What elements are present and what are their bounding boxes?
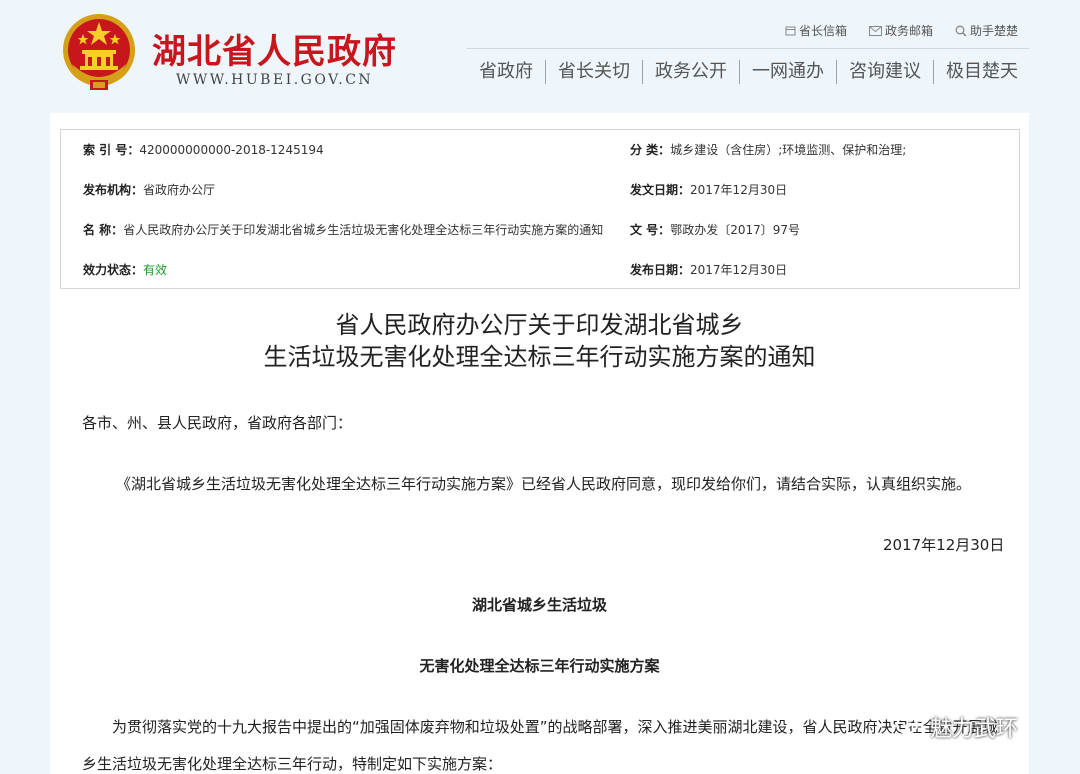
wechat-icon [896,716,926,738]
meta-publisher-label: 发布机构： [83,183,144,197]
plan-paragraph-line-2: 乡生活垃圾无害化处理全达标三年行动，特制定如下实施方案： [82,755,503,773]
notice-paragraph: 《湖北省城乡生活垃圾无害化处理全达标三年行动实施方案》已经省人民政府同意，现印发… [116,475,972,493]
meta-category-value: 城乡建设（含住房）;环境监测、保护和治理; [670,143,907,157]
governor-mailbox-label: 省长信箱 [798,24,847,38]
document-title-line-1: 省人民政府办公厅关于印发湖北省城乡 [335,311,744,339]
meta-publisher: 发布机构：省政府办公厅 [83,181,215,199]
national-emblem-icon[interactable] [60,12,138,94]
meta-doc-number-value: 鄂政办发〔2017〕97号 [670,223,800,237]
meta-issue-date: 发文日期：2017年12月30日 [630,181,787,199]
meta-publish-date-value: 2017年12月30日 [690,263,788,277]
assistant-link[interactable]: 助手楚楚 [955,22,1018,39]
meta-index-number: 索 引 号：420000000000-2018-1245194 [83,141,324,159]
watermark-text: 魅力武环 [930,717,1019,742]
governor-mailbox-link[interactable]: 省长信箱 [785,22,847,39]
nav-item-one-stop-service[interactable]: 一网通办 [740,58,836,86]
document-metadata: 索 引 号：420000000000-2018-1245194 分 类：城乡建设… [60,129,1020,289]
site-url[interactable]: WWW.HUBEI.GOV.CN [176,72,373,88]
meta-publisher-value: 省政府办公厅 [143,183,216,197]
meta-issue-date-label: 发文日期： [630,183,691,197]
header-divider [466,48,1029,49]
meta-name: 名 称：省人民政府办公厅关于印发湖北省城乡生活垃圾无害化处理全达标三年行动实施方… [83,221,603,239]
site-header: 湖北省人民政府 WWW.HUBEI.GOV.CN 省长信箱 政务邮箱 助手楚楚 [0,0,1080,112]
gov-email-link[interactable]: 政务邮箱 [868,22,933,39]
site-title[interactable]: 湖北省人民政府 [152,24,397,73]
document-title-line-2: 生活垃圾无害化处理全达标三年行动实施方案的通知 [263,343,816,371]
meta-name-label: 名 称： [83,223,124,237]
meta-status: 效力状态：有效 [83,261,167,279]
plan-paragraph-line-1: 为贯彻落实党的十九大报告中提出的“加强固体废弃物和垃圾处置”的战略部署，深入推进… [112,718,998,736]
envelope-icon [868,25,882,36]
nav-item-governor-concerns[interactable]: 省长关切 [546,58,642,86]
content-panel: 索 引 号：420000000000-2018-1245194 分 类：城乡建设… [50,113,1029,774]
meta-publish-date: 发布日期：2017年12月30日 [630,261,787,279]
gov-email-label: 政务邮箱 [884,24,933,38]
meta-publish-date-label: 发布日期： [630,263,691,277]
wechat-watermark: 魅力武环 [896,711,1018,743]
mail-icon [785,26,796,36]
plan-title-line-2: 无害化处理全达标三年行动实施方案 [419,657,660,675]
nav-item-provincial-gov[interactable]: 省政府 [467,58,545,86]
assistant-label: 助手楚楚 [969,24,1018,38]
nav-item-consult-suggest[interactable]: 咨询建议 [837,58,933,86]
utility-links: 省长信箱 政务邮箱 助手楚楚 [785,22,1018,39]
meta-name-value: 省人民政府办公厅关于印发湖北省城乡生活垃圾无害化处理全达标三年行动实施方案的通知 [123,223,604,237]
meta-status-label: 效力状态： [83,263,144,277]
main-nav: 省政府 省长关切 政务公开 一网通办 咨询建议 极目楚天 [467,58,1018,86]
search-icon [955,25,967,37]
meta-status-value: 有效 [143,263,168,277]
notice-date: 2017年12月30日 [883,536,1005,554]
nav-item-jimu-chutian[interactable]: 极目楚天 [934,58,1018,86]
meta-index-label: 索 引 号： [83,143,140,157]
meta-category: 分 类：城乡建设（含住房）;环境监测、保护和治理; [630,141,906,159]
plan-title-line-1: 湖北省城乡生活垃圾 [471,596,607,614]
salutation: 各市、州、县人民政府，省政府各部门： [82,414,353,432]
meta-issue-date-value: 2017年12月30日 [690,183,788,197]
nav-item-gov-affairs[interactable]: 政务公开 [643,58,739,86]
meta-doc-number-label: 文 号： [630,223,671,237]
meta-index-value: 420000000000-2018-1245194 [139,143,324,157]
meta-category-label: 分 类： [630,143,671,157]
meta-doc-number: 文 号：鄂政办发〔2017〕97号 [630,221,800,239]
document-title: 省人民政府办公厅关于印发湖北省城乡 生活垃圾无害化处理全达标三年行动实施方案的通… [50,309,1029,373]
